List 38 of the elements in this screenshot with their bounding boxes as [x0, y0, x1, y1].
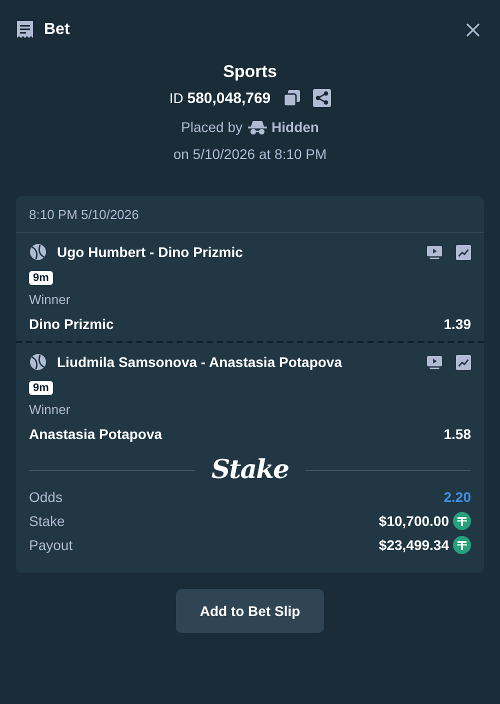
bet-category: Sports	[223, 62, 277, 82]
copy-icon[interactable]	[282, 89, 301, 107]
tether-coin-icon	[453, 536, 471, 554]
time-badge: 9m	[29, 271, 53, 285]
match-title[interactable]: Liudmila Samsonova - Anastasia Potapova	[57, 354, 413, 370]
summary-label: Odds	[29, 489, 64, 505]
share-icon[interactable]	[312, 89, 331, 107]
close-icon[interactable]	[466, 23, 480, 37]
chart-icon[interactable]	[456, 244, 471, 260]
placed-by-user: Hidden	[272, 119, 319, 135]
tv-icon[interactable]	[427, 354, 442, 370]
market-name: Winner	[29, 402, 72, 417]
tv-icon[interactable]	[427, 244, 442, 260]
selection-odds: 1.58	[444, 426, 471, 442]
summary-label: Stake	[29, 513, 66, 529]
summary-value: 2.20	[444, 489, 471, 505]
market-name: Winner	[29, 292, 72, 307]
receipt-icon	[16, 20, 34, 40]
selection-odds: 1.39	[444, 316, 471, 332]
match-title[interactable]: Ugo Humbert - Dino Prizmic	[57, 244, 413, 260]
selection-name: Dino Prizmic	[29, 316, 114, 332]
tennis-ball-icon	[29, 243, 47, 261]
chart-icon[interactable]	[456, 354, 471, 370]
placed-by-label: Placed by	[181, 119, 243, 135]
bet-id: ID 580,048,769	[169, 90, 271, 106]
selection-name: Anastasia Potapova	[29, 426, 162, 442]
stake-logo: Stake	[211, 455, 289, 485]
tether-coin-icon	[453, 512, 471, 530]
time-badge: 9m	[29, 381, 53, 395]
summary-value: $23,499.34	[378, 537, 449, 553]
incognito-icon	[248, 120, 267, 134]
dialog-title: Bet	[44, 21, 70, 39]
summary-value: $10,700.00	[378, 513, 449, 529]
bet-date: 8:10 PM 5/10/2026	[16, 196, 484, 233]
summary-label: Payout	[29, 537, 74, 553]
placed-date: on 5/10/2026 at 8:10 PM	[173, 146, 327, 162]
tennis-ball-icon	[29, 353, 47, 371]
add-to-bet-slip-button[interactable]: Add to Bet Slip	[176, 589, 324, 633]
